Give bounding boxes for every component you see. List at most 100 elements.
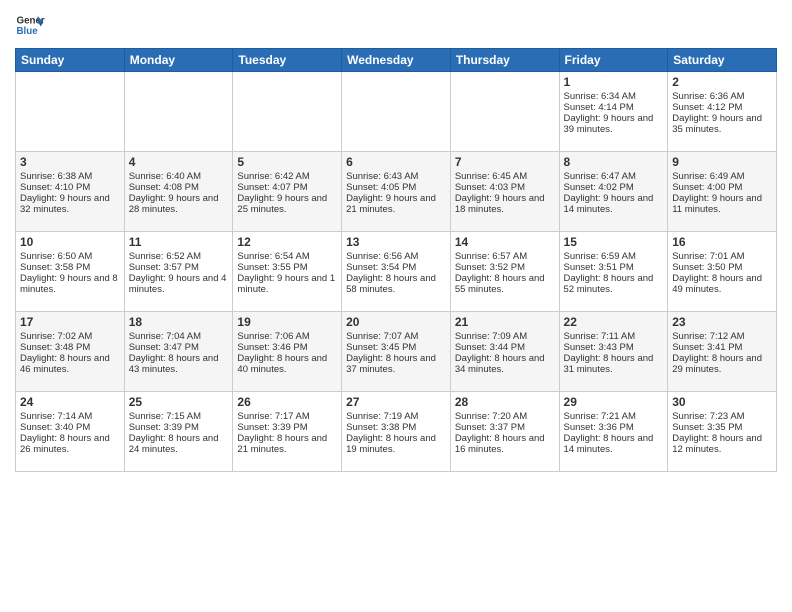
day-info: Daylight: 8 hours and 26 minutes. — [20, 433, 120, 455]
day-info: Sunrise: 6:57 AM — [455, 251, 555, 262]
calendar-day-cell: 28Sunrise: 7:20 AMSunset: 3:37 PMDayligh… — [450, 392, 559, 472]
calendar-day-cell — [16, 72, 125, 152]
day-info: Sunset: 3:39 PM — [237, 422, 337, 433]
day-number: 14 — [455, 235, 555, 249]
calendar-header-cell: Friday — [559, 49, 668, 72]
day-info: Daylight: 9 hours and 14 minutes. — [564, 193, 664, 215]
day-info: Sunset: 3:47 PM — [129, 342, 229, 353]
day-info: Daylight: 8 hours and 37 minutes. — [346, 353, 446, 375]
svg-text:Blue: Blue — [17, 26, 39, 37]
calendar-day-cell — [342, 72, 451, 152]
day-info: Daylight: 9 hours and 21 minutes. — [346, 193, 446, 215]
day-number: 3 — [20, 155, 120, 169]
day-info: Sunset: 3:36 PM — [564, 422, 664, 433]
day-number: 26 — [237, 395, 337, 409]
day-number: 8 — [564, 155, 664, 169]
day-info: Sunrise: 7:11 AM — [564, 331, 664, 342]
calendar-week-row: 10Sunrise: 6:50 AMSunset: 3:58 PMDayligh… — [16, 232, 777, 312]
day-info: Sunset: 4:05 PM — [346, 182, 446, 193]
day-info: Sunrise: 7:19 AM — [346, 411, 446, 422]
day-info: Sunset: 3:57 PM — [129, 262, 229, 273]
day-info: Sunset: 3:41 PM — [672, 342, 772, 353]
calendar-week-row: 24Sunrise: 7:14 AMSunset: 3:40 PMDayligh… — [16, 392, 777, 472]
day-info: Sunrise: 6:45 AM — [455, 171, 555, 182]
calendar-week-row: 17Sunrise: 7:02 AMSunset: 3:48 PMDayligh… — [16, 312, 777, 392]
day-info: Sunset: 4:02 PM — [564, 182, 664, 193]
logo: General Blue — [15, 10, 45, 40]
day-info: Sunrise: 6:36 AM — [672, 91, 772, 102]
day-info: Sunset: 3:35 PM — [672, 422, 772, 433]
calendar-day-cell: 12Sunrise: 6:54 AMSunset: 3:55 PMDayligh… — [233, 232, 342, 312]
calendar-body: 1Sunrise: 6:34 AMSunset: 4:14 PMDaylight… — [16, 72, 777, 472]
day-number: 7 — [455, 155, 555, 169]
day-number: 11 — [129, 235, 229, 249]
calendar-day-cell — [233, 72, 342, 152]
day-number: 22 — [564, 315, 664, 329]
calendar-header-cell: Wednesday — [342, 49, 451, 72]
calendar: SundayMondayTuesdayWednesdayThursdayFrid… — [15, 48, 777, 472]
day-number: 5 — [237, 155, 337, 169]
day-info: Sunrise: 7:01 AM — [672, 251, 772, 262]
day-info: Sunset: 3:45 PM — [346, 342, 446, 353]
day-info: Sunrise: 6:56 AM — [346, 251, 446, 262]
calendar-day-cell — [450, 72, 559, 152]
day-info: Sunset: 3:37 PM — [455, 422, 555, 433]
day-info: Sunrise: 6:59 AM — [564, 251, 664, 262]
calendar-day-cell: 2Sunrise: 6:36 AMSunset: 4:12 PMDaylight… — [668, 72, 777, 152]
day-info: Sunset: 4:00 PM — [672, 182, 772, 193]
calendar-day-cell: 25Sunrise: 7:15 AMSunset: 3:39 PMDayligh… — [124, 392, 233, 472]
day-info: Sunrise: 6:43 AM — [346, 171, 446, 182]
calendar-week-row: 3 Sunrise: 6:38 AMSunset: 4:10 PM Daylight… — [16, 152, 777, 232]
day-info: Daylight: 8 hours and 14 minutes. — [564, 433, 664, 455]
day-info: Sunrise: 7:07 AM — [346, 331, 446, 342]
calendar-day-cell: 20 Sunrise: 7:07 AMSunset: 3:45 PMDayligh… — [342, 312, 451, 392]
day-info: Sunrise: 6:34 AM — [564, 91, 664, 102]
day-info: Sunrise: 6:38 AM — [20, 171, 120, 182]
calendar-day-cell: 16Sunrise: 7:01 AMSunset: 3:50 PMDayligh… — [668, 232, 777, 312]
calendar-day-cell: 13Sunrise: 6:56 AMSunset: 3:54 PMDayligh… — [342, 232, 451, 312]
calendar-header-cell: Tuesday — [233, 49, 342, 72]
day-info: Daylight: 8 hours and 12 minutes. — [672, 433, 772, 455]
day-number: 29 — [564, 395, 664, 409]
day-info: Daylight: 8 hours and 43 minutes. — [129, 353, 229, 375]
day-number: 15 — [564, 235, 664, 249]
day-number: 19 — [237, 315, 337, 329]
day-info: Sunset: 4:10 PM — [20, 182, 120, 193]
calendar-header-row: SundayMondayTuesdayWednesdayThursdayFrid… — [16, 49, 777, 72]
day-info: Sunrise: 7:23 AM — [672, 411, 772, 422]
day-number: 13 — [346, 235, 446, 249]
day-info: Daylight: 9 hours and 28 minutes. — [129, 193, 229, 215]
day-info: Sunset: 3:58 PM — [20, 262, 120, 273]
day-number: 17 — [20, 315, 120, 329]
day-info: Daylight: 9 hours and 35 minutes. — [672, 113, 772, 135]
day-info: Sunset: 3:44 PM — [455, 342, 555, 353]
calendar-day-cell: 8 Sunrise: 6:47 AMSunset: 4:02 PMDaylight… — [559, 152, 668, 232]
day-info: Sunset: 4:08 PM — [129, 182, 229, 193]
day-info: Sunset: 4:03 PM — [455, 182, 555, 193]
day-number: 24 — [20, 395, 120, 409]
calendar-day-cell: 18Sunrise: 7:04 AMSunset: 3:47 PMDayligh… — [124, 312, 233, 392]
day-info: Daylight: 8 hours and 29 minutes. — [672, 353, 772, 375]
day-info: Daylight: 9 hours and 4 minutes. — [129, 273, 229, 295]
day-info: Sunrise: 6:42 AM — [237, 171, 337, 182]
day-number: 1 — [564, 75, 664, 89]
day-number: 18 — [129, 315, 229, 329]
day-info: Daylight: 8 hours and 24 minutes. — [129, 433, 229, 455]
day-number: 12 — [237, 235, 337, 249]
day-number: 21 — [455, 315, 555, 329]
calendar-day-cell: 27Sunrise: 7:19 AMSunset: 3:38 PMDayligh… — [342, 392, 451, 472]
day-info: Daylight: 9 hours and 11 minutes. — [672, 193, 772, 215]
day-info: Daylight: 8 hours and 55 minutes. — [455, 273, 555, 295]
day-info: Daylight: 9 hours and 8 minutes. — [20, 273, 120, 295]
day-info: Daylight: 8 hours and 46 minutes. — [20, 353, 120, 375]
calendar-day-cell: 4Sunrise: 6:40 AMSunset: 4:08 PMDaylight… — [124, 152, 233, 232]
day-info: Sunrise: 6:47 AM — [564, 171, 664, 182]
calendar-day-cell: 17Sunrise: 7:02 AMSunset: 3:48 PMDayligh… — [16, 312, 125, 392]
day-info: Daylight: 8 hours and 49 minutes. — [672, 273, 772, 295]
day-info: Daylight: 9 hours and 25 minutes. — [237, 193, 337, 215]
calendar-day-cell: 9Sunrise: 6:49 AMSunset: 4:00 PMDaylight… — [668, 152, 777, 232]
day-info: Daylight: 8 hours and 58 minutes. — [346, 273, 446, 295]
day-info: Sunset: 3:46 PM — [237, 342, 337, 353]
day-number: 20 — [346, 315, 446, 329]
calendar-day-cell: 1Sunrise: 6:34 AMSunset: 4:14 PMDaylight… — [559, 72, 668, 152]
